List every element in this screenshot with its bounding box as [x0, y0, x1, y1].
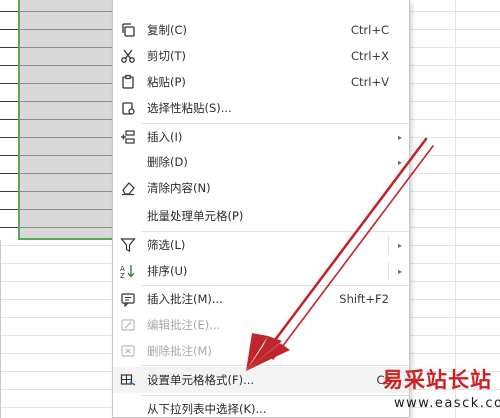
- menu-item-batch-cells[interactable]: 批量处理单元格(P): [113, 203, 409, 229]
- watermark: 易采站长站 www.easck.com: [372, 362, 500, 418]
- row-line: [0, 83, 18, 84]
- menu-item-insert[interactable]: 插入(I) ▸: [113, 124, 409, 150]
- copy-icon: [119, 21, 137, 39]
- sort-icon: AZ: [119, 262, 137, 280]
- column-line: [0, 240, 1, 418]
- format-cells-icon: [119, 371, 137, 389]
- eraser-icon: [119, 179, 137, 197]
- menu-item-label: 设置单元格格式(F)...: [147, 373, 255, 387]
- submenu-divider: [388, 262, 389, 280]
- submenu-arrow-icon: ▸: [397, 266, 402, 276]
- menu-item-label: 复制(C): [147, 23, 188, 37]
- menu-item-delete-comment: 删除批注(M): [113, 338, 409, 364]
- paste-icon: [119, 73, 137, 91]
- menu-item-filter[interactable]: 筛选(L) ▸: [113, 232, 409, 258]
- menu-item-label: 粘贴(P): [147, 75, 186, 89]
- menu-item-label: 插入批注(M)...: [147, 292, 223, 306]
- submenu-arrow-icon: ▸: [397, 240, 402, 250]
- menu-item-paste[interactable]: 粘贴(P) Ctrl+V: [113, 69, 409, 95]
- watermark-text: 易采站长站: [382, 367, 492, 392]
- svg-text:Z: Z: [120, 272, 125, 279]
- menu-item-label: 删除批注(M): [147, 344, 212, 358]
- insert-icon: [119, 128, 137, 146]
- menu-item-label: 排序(U): [147, 264, 188, 278]
- submenu-arrow-icon: ▸: [397, 157, 402, 167]
- menu-item-edit-comment: 编辑批注(E)...: [113, 312, 409, 338]
- menu-item-shortcut: Ctrl+V: [351, 75, 389, 89]
- menu-item-sort[interactable]: AZ 排序(U) ▸: [113, 258, 409, 284]
- menu-item-label: 剪切(T): [147, 49, 186, 63]
- submenu-divider: [388, 236, 389, 254]
- row-line: [0, 137, 18, 138]
- submenu-arrow-icon: ▸: [397, 132, 402, 142]
- watermark-url: www.easck.com: [394, 396, 500, 411]
- row-line: [0, 65, 18, 66]
- menu-item-copy[interactable]: 复制(C) Ctrl+C: [113, 17, 409, 43]
- menu-item-label: 选择性粘贴(S)...: [147, 101, 232, 115]
- row-line: [0, 11, 18, 12]
- menu-item-label: 从下拉列表中选择(K)...: [147, 402, 267, 416]
- menu-item-label: 插入(I): [147, 130, 183, 144]
- comment-icon: [119, 290, 137, 308]
- menu-item-label: 筛选(L): [147, 238, 186, 252]
- row-line: [0, 173, 18, 174]
- row-line: [0, 155, 18, 156]
- menu-item-paste-special[interactable]: 选择性粘贴(S)...: [113, 95, 409, 121]
- menu-item-insert-comment[interactable]: 插入批注(M)... Shift+F2: [113, 286, 409, 312]
- menu-item-format-cells[interactable]: 设置单元格格式(F)... Ct: [113, 367, 409, 393]
- row-line: [0, 101, 18, 102]
- row-line: [0, 227, 18, 228]
- menu-item-label: 删除(D): [147, 155, 188, 169]
- delete-comment-icon: [119, 342, 137, 360]
- row-line: [0, 47, 18, 48]
- menu-item-pick-from-list[interactable]: 从下拉列表中选择(K)...: [113, 396, 409, 418]
- menu-item-delete[interactable]: 删除(D) ▸: [113, 149, 409, 175]
- edit-comment-icon: [119, 316, 137, 334]
- menu-item-shortcut: Ctrl+X: [351, 49, 389, 63]
- menu-item-cut[interactable]: 剪切(T) Ctrl+X: [113, 43, 409, 69]
- filter-icon: [119, 236, 137, 254]
- row-line: [0, 191, 18, 192]
- menu-separator: [141, 365, 409, 366]
- menu-item-clear-contents[interactable]: 清除内容(N): [113, 175, 409, 201]
- paste-special-icon: [119, 99, 137, 117]
- row-line: [0, 209, 18, 210]
- menu-item-shortcut: Ctrl+C: [350, 23, 389, 37]
- menu-item-label: 批量处理单元格(P): [147, 209, 244, 223]
- menu-item-shortcut: Shift+F2: [339, 292, 389, 306]
- context-menu: 复制(C) Ctrl+C 剪切(T) Ctrl+X 粘贴(P) Ctrl+V 选…: [112, 0, 410, 418]
- menu-item-label: 清除内容(N): [147, 181, 211, 195]
- row-line: [0, 29, 18, 30]
- row-line: [0, 119, 18, 120]
- menu-item-label: 编辑批注(E)...: [147, 318, 221, 332]
- scissors-icon: [119, 47, 137, 65]
